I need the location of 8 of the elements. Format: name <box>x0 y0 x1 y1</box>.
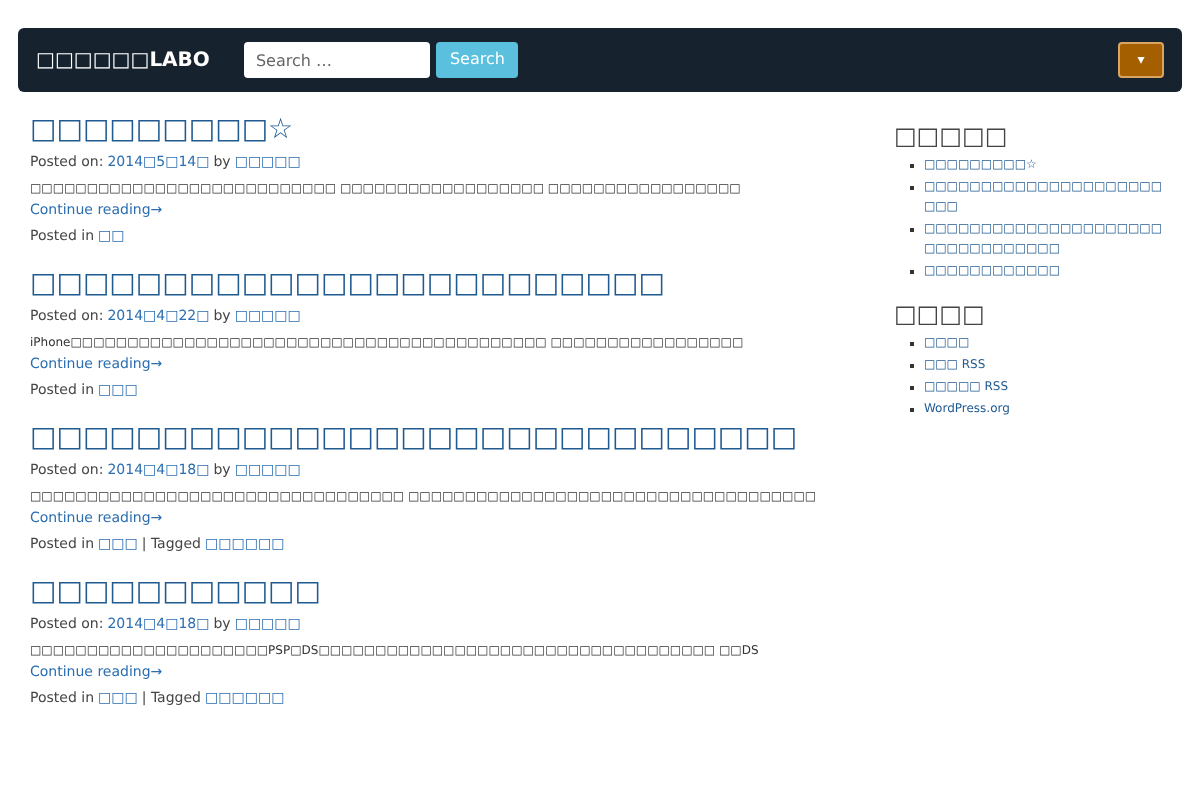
post-title[interactable]: □□□□□□□□□☆ <box>30 108 294 152</box>
widget-heading: □□□□□ <box>893 120 1010 152</box>
post-title[interactable]: □□□□□□□□□□□□□□□□□□□□□□□□□□□□□ <box>30 416 798 460</box>
post-title[interactable]: □□□□□□□□□□□□□□□□□□□□□□□□ <box>30 262 665 306</box>
search-field[interactable]: Search … <box>243 42 430 78</box>
widget-heading: □□□□ <box>893 298 987 330</box>
post-title[interactable]: □□□□□□□□□□□ <box>30 570 322 614</box>
site-title[interactable]: □□□□□□LABO <box>36 45 210 75</box>
